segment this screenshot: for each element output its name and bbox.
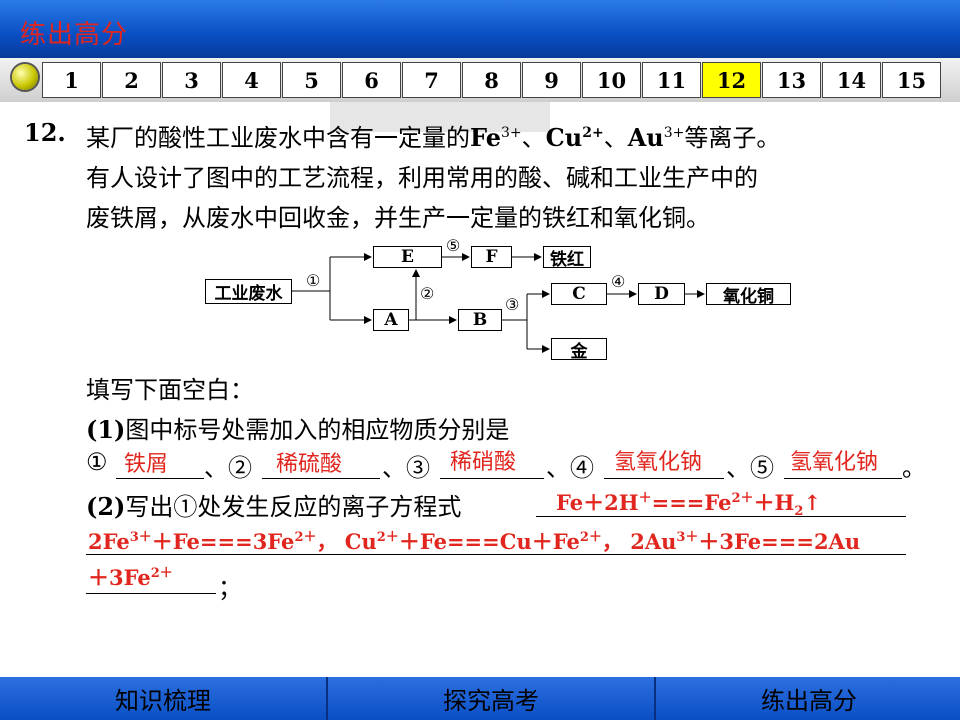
box-iron-red: 铁红 [543,246,591,270]
box-industrial-wastewater: 工业废水 [205,279,292,304]
blank-4-line [604,478,724,479]
label-step-1: ① [306,271,321,290]
fill-intro: 填写下面空白： [86,376,254,404]
answer-4: 氢氧化钠 [614,450,703,475]
label-step-3: ③ [505,295,520,314]
box-B: B [458,309,502,331]
blank-1-line [116,478,204,479]
footer-button-practice[interactable]: 练出高分 [656,677,960,720]
label-step-4: ④ [611,272,626,291]
part1-prompt: (1)图中标号处需加入的相应物质分别是 [86,415,510,444]
answer-2: 稀硫酸 [276,452,343,477]
blank-3-line [440,478,544,479]
answer-equation-1: Fe＋2H＋===Fe2＋＋H2↑ [556,490,822,520]
flow-diagram-lines [292,253,705,353]
answer-equation-3: ＋3Fe2＋ [88,565,173,590]
blank-label-1: ① [86,448,108,476]
box-F: F [471,246,512,268]
box-E: E [373,246,442,268]
blank-label-3: 、③ [382,454,430,482]
label-step-2: ② [420,284,435,303]
answer-equation-2: 2Fe3＋＋Fe===3Fe2＋， Cu2＋＋Fe===Cu＋Fe2＋， 2Au… [88,529,861,554]
blank-label-5: 、⑤ [726,454,774,482]
blank-end: 。 [902,454,926,482]
blank-2-line [262,478,380,479]
box-A: A [373,309,409,331]
answer-5: 氢氧化钠 [790,450,879,475]
label-step-5: ⑤ [446,236,461,255]
answer-1: 铁屑 [124,452,169,477]
box-C: C [551,283,607,305]
box-copper-oxide: 氧化铜 [706,283,791,307]
box-D: D [638,283,685,305]
blank-label-2: 、② [204,454,252,482]
footer-button-explore[interactable]: 探究高考 [328,677,656,720]
blank-label-4: 、④ [546,454,594,482]
equation-line-3 [86,593,216,594]
answer-3: 稀硝酸 [450,450,517,475]
question-content: 12. 某厂的酸性工业废水中含有一定量的Fe3+、Cu2+、Au3+等离子。 有… [0,0,960,720]
part2-prompt: (2)写出①处发生反应的离子方程式 [86,492,462,521]
box-gold: 金 [551,338,607,362]
blank-5-line [784,478,902,479]
footer-button-knowledge[interactable]: 知识梳理 [0,677,328,720]
equation-end: ； [218,574,242,602]
footer-nav: 知识梳理 探究高考 练出高分 [0,677,960,720]
